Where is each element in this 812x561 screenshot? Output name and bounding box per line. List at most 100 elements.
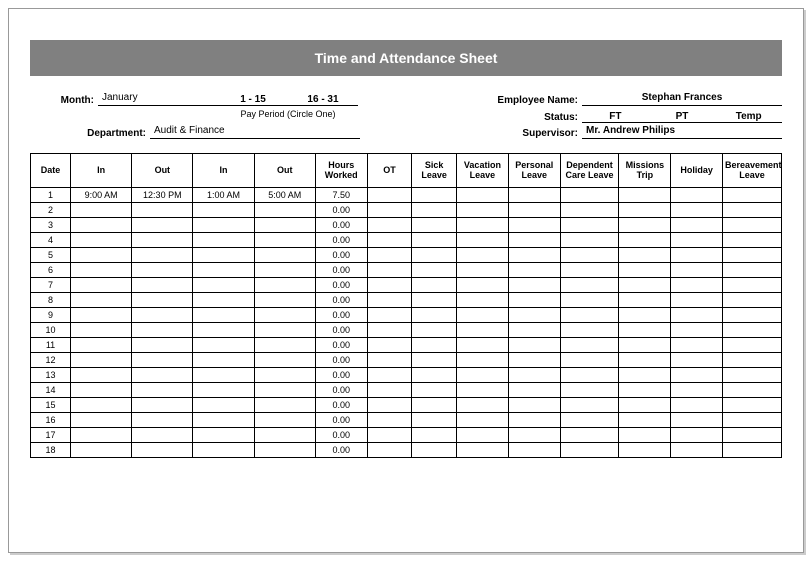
cell-vacation[interactable] — [457, 233, 509, 248]
cell-out1[interactable]: 12:30 PM — [132, 188, 193, 203]
cell-missions[interactable] — [619, 248, 671, 263]
cell-personal[interactable] — [508, 338, 560, 353]
cell-hours[interactable]: 0.00 — [315, 413, 367, 428]
cell-date[interactable]: 14 — [31, 383, 71, 398]
cell-personal[interactable] — [508, 368, 560, 383]
cell-dependent[interactable] — [560, 413, 619, 428]
cell-in1[interactable] — [71, 218, 132, 233]
cell-out1[interactable] — [132, 248, 193, 263]
cell-vacation[interactable] — [457, 338, 509, 353]
cell-dependent[interactable] — [560, 368, 619, 383]
cell-missions[interactable] — [619, 218, 671, 233]
cell-bereave[interactable] — [723, 203, 782, 218]
cell-in1[interactable] — [71, 233, 132, 248]
cell-out2[interactable] — [254, 428, 315, 443]
cell-dependent[interactable] — [560, 263, 619, 278]
cell-personal[interactable] — [508, 263, 560, 278]
cell-bereave[interactable] — [723, 248, 782, 263]
cell-ot[interactable] — [367, 263, 412, 278]
cell-ot[interactable] — [367, 368, 412, 383]
cell-ot[interactable] — [367, 203, 412, 218]
cell-out2[interactable] — [254, 248, 315, 263]
cell-date[interactable]: 4 — [31, 233, 71, 248]
cell-missions[interactable] — [619, 368, 671, 383]
cell-bereave[interactable] — [723, 413, 782, 428]
cell-ot[interactable] — [367, 338, 412, 353]
cell-in1[interactable] — [71, 398, 132, 413]
cell-dependent[interactable] — [560, 233, 619, 248]
cell-hours[interactable]: 0.00 — [315, 368, 367, 383]
cell-personal[interactable] — [508, 443, 560, 458]
cell-hours[interactable]: 0.00 — [315, 278, 367, 293]
cell-vacation[interactable] — [457, 368, 509, 383]
cell-hours[interactable]: 0.00 — [315, 293, 367, 308]
cell-hours[interactable]: 0.00 — [315, 248, 367, 263]
cell-dependent[interactable] — [560, 323, 619, 338]
cell-in1[interactable] — [71, 353, 132, 368]
cell-holiday[interactable] — [671, 428, 723, 443]
cell-sick[interactable] — [412, 353, 457, 368]
cell-date[interactable]: 12 — [31, 353, 71, 368]
cell-personal[interactable] — [508, 203, 560, 218]
cell-personal[interactable] — [508, 383, 560, 398]
cell-holiday[interactable] — [671, 218, 723, 233]
cell-missions[interactable] — [619, 188, 671, 203]
cell-holiday[interactable] — [671, 293, 723, 308]
cell-bereave[interactable] — [723, 218, 782, 233]
cell-hours[interactable]: 0.00 — [315, 203, 367, 218]
cell-sick[interactable] — [412, 263, 457, 278]
cell-ot[interactable] — [367, 233, 412, 248]
cell-personal[interactable] — [508, 353, 560, 368]
cell-ot[interactable] — [367, 323, 412, 338]
cell-holiday[interactable] — [671, 203, 723, 218]
cell-date[interactable]: 7 — [31, 278, 71, 293]
cell-sick[interactable] — [412, 428, 457, 443]
cell-personal[interactable] — [508, 233, 560, 248]
cell-holiday[interactable] — [671, 338, 723, 353]
cell-out1[interactable] — [132, 308, 193, 323]
cell-date[interactable]: 2 — [31, 203, 71, 218]
cell-in2[interactable] — [193, 398, 254, 413]
cell-dependent[interactable] — [560, 188, 619, 203]
cell-out1[interactable] — [132, 338, 193, 353]
supervisor-value[interactable]: Mr. Andrew Philips — [582, 125, 782, 139]
cell-out1[interactable] — [132, 278, 193, 293]
cell-in1[interactable] — [71, 443, 132, 458]
pay-period-2[interactable]: 16 - 31 — [288, 94, 358, 106]
cell-dependent[interactable] — [560, 428, 619, 443]
cell-personal[interactable] — [508, 413, 560, 428]
cell-vacation[interactable] — [457, 323, 509, 338]
cell-dependent[interactable] — [560, 443, 619, 458]
cell-out2[interactable] — [254, 413, 315, 428]
cell-in2[interactable] — [193, 218, 254, 233]
cell-bereave[interactable] — [723, 308, 782, 323]
cell-holiday[interactable] — [671, 248, 723, 263]
cell-dependent[interactable] — [560, 353, 619, 368]
cell-in1[interactable] — [71, 323, 132, 338]
cell-in1[interactable] — [71, 263, 132, 278]
cell-sick[interactable] — [412, 188, 457, 203]
cell-date[interactable]: 10 — [31, 323, 71, 338]
cell-bereave[interactable] — [723, 398, 782, 413]
cell-out2[interactable] — [254, 338, 315, 353]
cell-out2[interactable] — [254, 398, 315, 413]
cell-dependent[interactable] — [560, 203, 619, 218]
cell-out2[interactable] — [254, 233, 315, 248]
cell-missions[interactable] — [619, 353, 671, 368]
cell-ot[interactable] — [367, 293, 412, 308]
cell-hours[interactable]: 0.00 — [315, 323, 367, 338]
cell-in2[interactable] — [193, 233, 254, 248]
cell-missions[interactable] — [619, 413, 671, 428]
cell-personal[interactable] — [508, 428, 560, 443]
cell-out2[interactable] — [254, 353, 315, 368]
cell-bereave[interactable] — [723, 323, 782, 338]
cell-out2[interactable] — [254, 278, 315, 293]
cell-dependent[interactable] — [560, 383, 619, 398]
cell-vacation[interactable] — [457, 278, 509, 293]
cell-bereave[interactable] — [723, 293, 782, 308]
cell-ot[interactable] — [367, 413, 412, 428]
cell-hours[interactable]: 0.00 — [315, 398, 367, 413]
cell-in2[interactable] — [193, 308, 254, 323]
cell-personal[interactable] — [508, 278, 560, 293]
cell-dependent[interactable] — [560, 338, 619, 353]
